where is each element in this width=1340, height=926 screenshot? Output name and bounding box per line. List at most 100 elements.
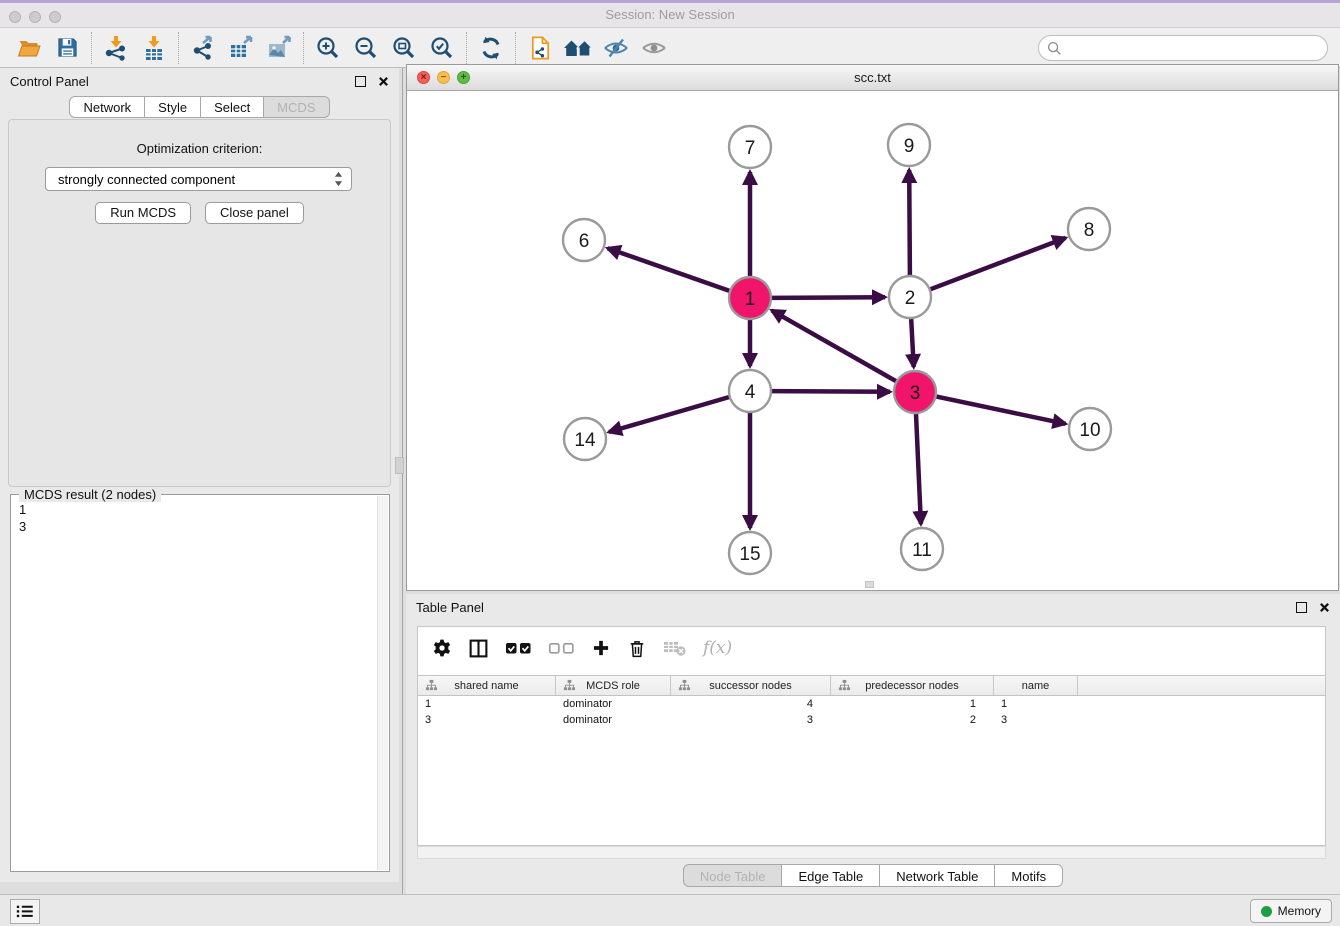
tab-mcds[interactable]: MCDS: [264, 96, 329, 118]
tab-edge-table[interactable]: Edge Table: [782, 864, 880, 887]
zoom-fit-button[interactable]: [385, 31, 423, 65]
save-session-button[interactable]: [48, 31, 86, 65]
cell-successor-nodes[interactable]: 3: [671, 712, 831, 728]
cell-mcds-role[interactable]: dominator: [556, 696, 671, 712]
checked-boxes-icon: [505, 640, 532, 656]
edge-4-3[interactable]: [772, 391, 890, 392]
control-panel-title: Control Panel: [10, 74, 89, 89]
import-table-button[interactable]: [135, 31, 173, 65]
close-panel-icon[interactable]: [378, 76, 389, 87]
panel-splitter-grip[interactable]: [395, 457, 404, 474]
tab-motifs[interactable]: Motifs: [995, 864, 1063, 887]
network-window-titlebar[interactable]: × − + scc.txt: [407, 65, 1338, 91]
close-panel-icon[interactable]: [1319, 602, 1330, 613]
network-canvas[interactable]: 7968124314101511: [407, 91, 1338, 590]
cell-predecessor-nodes[interactable]: 1: [831, 696, 994, 712]
close-panel-button[interactable]: Close panel: [205, 202, 304, 224]
tab-network-table[interactable]: Network Table: [880, 864, 995, 887]
hierarchy-icon: [678, 679, 691, 695]
show-column-button[interactable]: [468, 638, 489, 659]
table-horizontal-scrollbar[interactable]: [417, 846, 1326, 859]
column-header-shared-name[interactable]: shared name: [418, 676, 556, 695]
export-table-button[interactable]: [222, 31, 260, 65]
new-network-from-selection-button[interactable]: [521, 31, 559, 65]
table-panel-title: Table Panel: [416, 600, 484, 615]
refresh-button[interactable]: [472, 31, 510, 65]
function-builder-button[interactable]: f(x): [703, 638, 732, 658]
cell-predecessor-nodes[interactable]: 2: [831, 712, 994, 728]
control-panel-header: Control Panel: [0, 68, 399, 94]
table-row[interactable]: 3 dominator 3 2 3: [418, 712, 1325, 728]
open-session-button[interactable]: [10, 31, 48, 65]
criterion-dropdown[interactable]: strongly connected component: [45, 167, 352, 191]
tab-network[interactable]: Network: [69, 96, 145, 118]
delete-table-button[interactable]: [663, 638, 687, 658]
create-column-button[interactable]: [591, 638, 611, 658]
zoom-selected-button[interactable]: [423, 31, 461, 65]
cell-name[interactable]: 3: [994, 712, 1078, 728]
edge-2-3[interactable]: [911, 319, 914, 367]
run-mcds-button[interactable]: Run MCDS: [95, 202, 191, 224]
column-label: name: [1022, 680, 1050, 692]
search-field[interactable]: [1038, 35, 1328, 61]
panel-splitter[interactable]: [402, 68, 403, 894]
gear-icon: [432, 638, 452, 658]
column-label: MCDS role: [586, 680, 640, 692]
chevron-up-down-icon: [334, 171, 343, 187]
zoom-out-button[interactable]: [347, 31, 385, 65]
table-panel: Table Panel: [406, 594, 1340, 894]
export-image-button[interactable]: [260, 31, 298, 65]
node-label: 9: [904, 136, 915, 157]
search-input[interactable]: [1067, 38, 1327, 58]
edge-3-11[interactable]: [916, 414, 921, 524]
edge-3-10[interactable]: [937, 397, 1066, 424]
export-network-button[interactable]: [184, 31, 222, 65]
mcds-result-text[interactable]: 1 3: [19, 501, 26, 535]
cell-mcds-role[interactable]: dominator: [556, 712, 671, 728]
edge-3-1[interactable]: [772, 310, 896, 381]
canvas-resize-grip[interactable]: [865, 581, 874, 588]
cell-shared-name[interactable]: 1: [418, 696, 556, 712]
float-panel-icon[interactable]: [1296, 602, 1307, 613]
delete-column-button[interactable]: [627, 638, 647, 659]
cell-name[interactable]: 1: [994, 696, 1078, 712]
tab-select[interactable]: Select: [201, 96, 264, 118]
edge-1-2[interactable]: [772, 297, 885, 298]
column-header-successor-nodes[interactable]: successor nodes: [671, 676, 831, 695]
import-network-button[interactable]: [97, 31, 135, 65]
edge-2-8[interactable]: [931, 238, 1066, 289]
memory-button[interactable]: Memory: [1250, 899, 1332, 923]
cell-successor-nodes[interactable]: 4: [671, 696, 831, 712]
float-panel-icon[interactable]: [355, 76, 366, 87]
cell-shared-name[interactable]: 3: [418, 712, 556, 728]
network-graph[interactable]: 7968124314101511: [407, 91, 1338, 590]
edge-2-9[interactable]: [909, 170, 910, 275]
mcds-result-title: MCDS result (2 nodes): [19, 487, 161, 502]
node-label: 2: [905, 288, 916, 309]
table-row[interactable]: 1 dominator 4 1 1: [418, 696, 1325, 712]
eye-slash-icon: [603, 35, 629, 61]
open-folder-icon: [17, 36, 42, 60]
home-button[interactable]: [559, 31, 597, 65]
hide-selected-button[interactable]: [597, 31, 635, 65]
network-view-window: × − + scc.txt 7968124314101511: [406, 64, 1339, 591]
unselect-all-button[interactable]: [548, 640, 575, 656]
edge-4-14[interactable]: [609, 397, 729, 432]
task-history-button[interactable]: [10, 899, 40, 924]
column-header-predecessor-nodes[interactable]: predecessor nodes: [831, 676, 994, 695]
node-label: 4: [745, 382, 756, 403]
column-header-name[interactable]: name: [994, 676, 1078, 695]
table-header-row: shared name MCDS role successor nodes pr…: [418, 675, 1325, 696]
column-header-mcds-role[interactable]: MCDS role: [556, 676, 671, 695]
table-settings-button[interactable]: [432, 638, 452, 658]
edge-1-6[interactable]: [608, 248, 730, 291]
tab-style[interactable]: Style: [145, 96, 201, 118]
show-hidden-button[interactable]: [635, 31, 673, 65]
column-label: successor nodes: [709, 680, 792, 692]
status-bar: Memory: [0, 894, 1340, 926]
result-scrollbar[interactable]: [377, 496, 388, 870]
plus-icon: [591, 638, 611, 658]
select-all-button[interactable]: [505, 640, 532, 656]
zoom-in-button[interactable]: [309, 31, 347, 65]
tab-node-table[interactable]: Node Table: [683, 864, 783, 887]
